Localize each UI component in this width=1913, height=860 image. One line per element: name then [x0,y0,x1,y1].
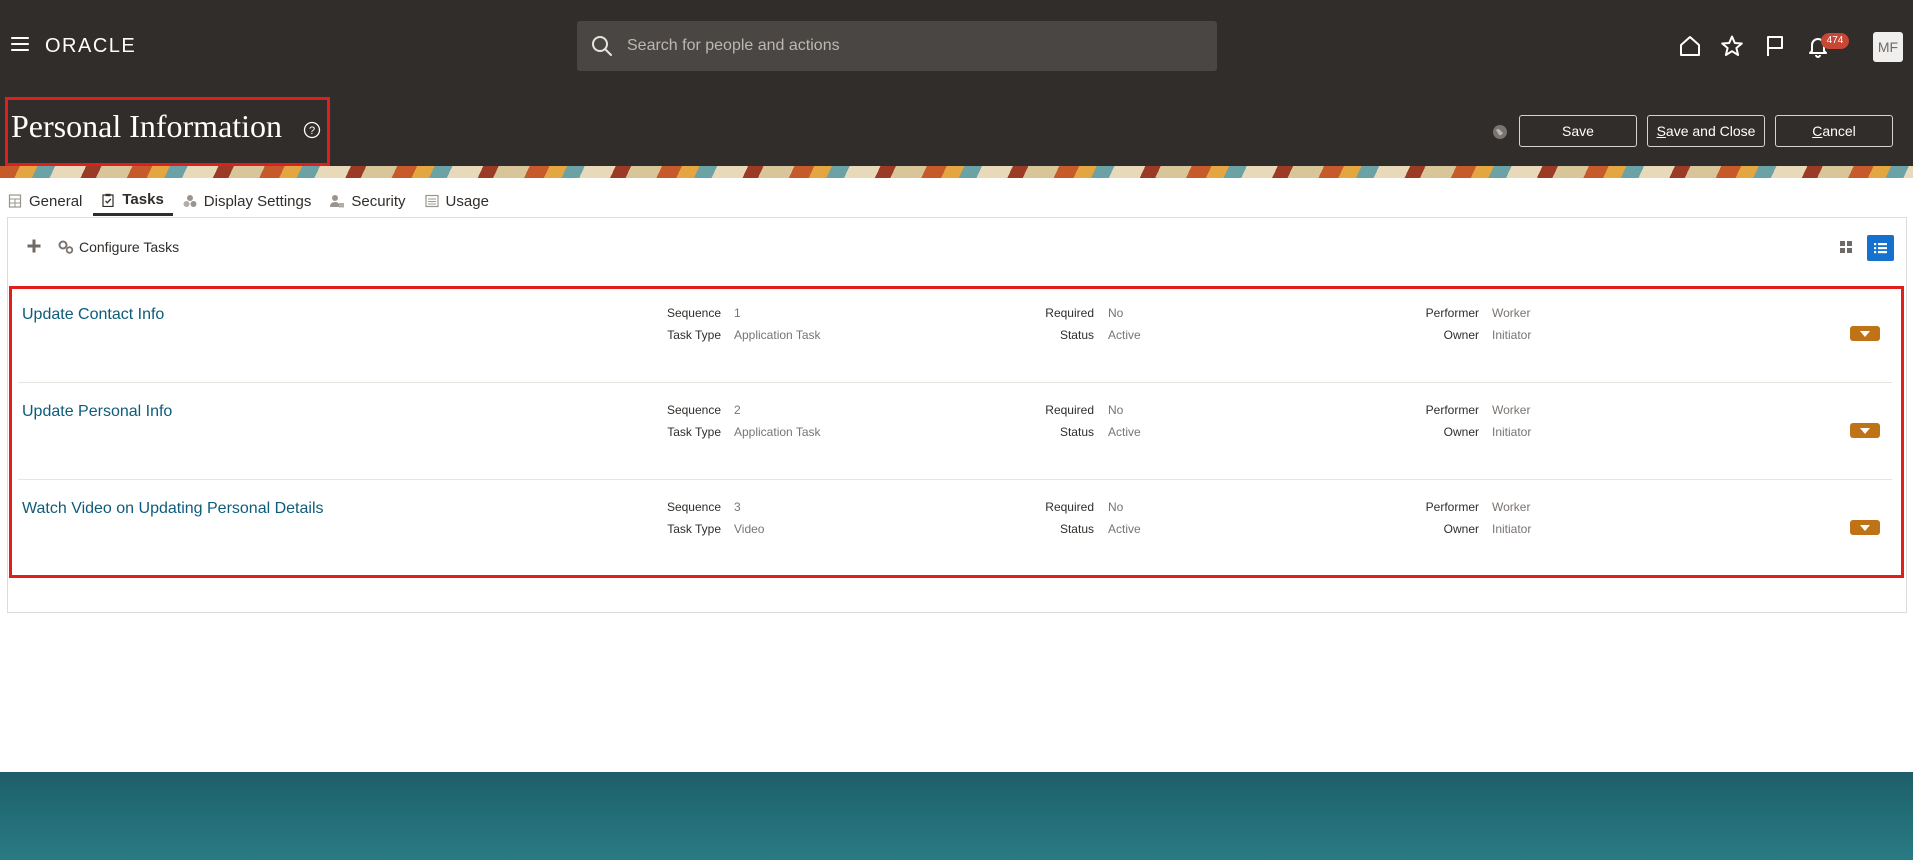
status-value: Active [1108,522,1141,536]
save-and-close-label: ave and Close [1665,123,1756,139]
status-label: Status [1059,328,1094,342]
tab-label: Display Settings [203,192,312,210]
sequence-value: 1 [734,306,741,320]
gears-icon [58,240,74,254]
task-actions-button[interactable] [1850,326,1880,341]
owner-value: Initiator [1492,425,1532,439]
row-divider [18,382,1892,383]
status-value: Active [1108,425,1141,439]
watchlist-flag-icon[interactable] [1763,34,1787,58]
sequence-label: Sequence [666,306,721,320]
required-value: No [1108,306,1124,320]
cancel-label: ancel [1822,123,1856,139]
performer-value: Worker [1492,403,1531,417]
task-row: Update Personal Info Sequence 2 Task Typ… [18,386,1892,483]
save-and-close-button[interactable]: Save and Close [1647,115,1765,147]
required-label: Required [1045,306,1094,320]
task-actions-button[interactable] [1850,520,1880,535]
sequence-value: 3 [734,500,741,514]
owner-label: Owner [1443,328,1479,342]
task-name-link[interactable]: Watch Video on Updating Personal Details [22,500,324,518]
save-button[interactable]: Save [1519,115,1637,147]
task-name-link[interactable]: Update Contact Info [22,306,164,324]
notifications-count-badge: 474 [1821,33,1849,49]
tab-security[interactable]: Security [322,186,414,216]
tab-label: Tasks [122,191,164,208]
required-value: No [1108,500,1124,514]
tab-label: General [29,192,83,210]
search-input[interactable] [627,21,1207,71]
owner-value: Initiator [1492,522,1532,536]
task-type-value: Application Task [734,328,821,342]
navigator-menu-icon[interactable] [11,37,29,51]
status-label: Status [1059,522,1094,536]
cancel-mnemonic: C [1812,123,1823,139]
user-lock-icon [330,195,345,208]
tab-usage[interactable]: Usage [417,186,498,216]
task-type-label: Task Type [667,425,721,439]
search-icon [592,36,612,56]
save-button-label: Save [1562,123,1594,139]
owner-label: Owner [1443,522,1479,536]
oracle-logo[interactable]: ORACLE [45,35,136,58]
required-value: No [1108,403,1124,417]
tab-bar: General Tasks Display Settings Security … [0,186,500,218]
performer-label: Performer [1425,500,1479,514]
caret-down-icon [1860,331,1870,337]
tab-general[interactable]: General [0,186,91,216]
tab-label: Security [351,192,406,210]
svg-text:?: ? [309,125,315,137]
global-search[interactable] [577,21,1217,71]
globe-icon[interactable] [1492,124,1508,140]
tab-tasks[interactable]: Tasks [93,186,173,216]
cancel-button[interactable]: Cancel [1775,115,1893,147]
task-row: Update Contact Info Sequence 1 Task Type… [18,289,1892,386]
save-and-close-mnemonic: S [1656,123,1666,139]
required-label: Required [1045,403,1094,417]
table-icon [8,194,22,208]
task-type-value: Video [734,522,765,536]
task-type-label: Task Type [667,328,721,342]
status-value: Active [1108,328,1141,342]
row-divider [18,479,1892,480]
clipboard-check-icon [102,193,114,207]
decorative-banner [0,166,1913,178]
caret-down-icon [1860,525,1870,531]
performer-label: Performer [1425,403,1479,417]
required-label: Required [1045,500,1094,514]
performer-value: Worker [1492,500,1531,514]
add-icon[interactable] [26,238,42,254]
caret-down-icon [1860,428,1870,434]
grid-view-icon[interactable] [1838,239,1854,255]
tab-display-settings[interactable]: Display Settings [175,186,321,216]
tab-label: Usage [445,192,489,210]
owner-value: Initiator [1492,328,1532,342]
help-icon[interactable]: ? [303,121,321,139]
task-row: Watch Video on Updating Personal Details… [18,483,1892,580]
shapes-icon [183,195,197,207]
status-label: Status [1059,425,1094,439]
task-type-label: Task Type [667,522,721,536]
task-name-link[interactable]: Update Personal Info [22,403,172,421]
performer-value: Worker [1492,306,1531,320]
sequence-label: Sequence [666,403,721,417]
favorites-star-icon[interactable] [1720,34,1744,58]
list-view-button[interactable] [1867,235,1894,261]
document-icon [424,194,439,208]
performer-label: Performer [1425,306,1479,320]
sequence-label: Sequence [666,500,721,514]
sequence-value: 2 [734,403,741,417]
task-type-value: Application Task [734,425,821,439]
task-actions-button[interactable] [1850,423,1880,438]
owner-label: Owner [1443,425,1479,439]
configure-tasks-link[interactable]: Configure Tasks [79,239,179,255]
footer-decorative-band [0,772,1913,860]
page-title: Personal Information [11,108,283,144]
user-avatar[interactable]: MF [1873,32,1903,62]
list-view-icon [1874,243,1887,254]
home-icon[interactable] [1678,34,1702,58]
